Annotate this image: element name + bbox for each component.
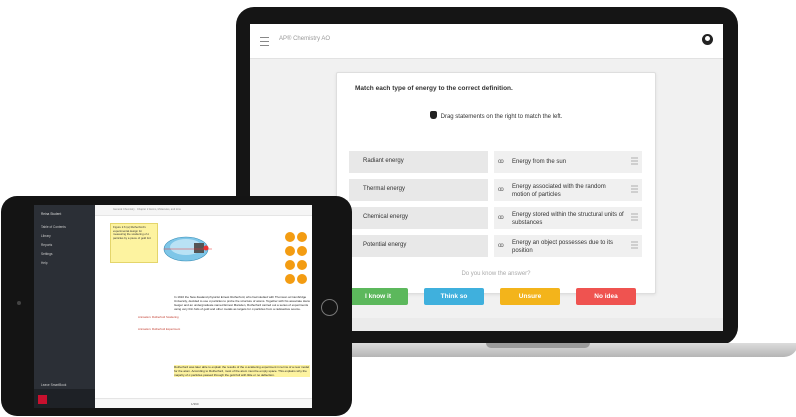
page-indicator: 1/390 bbox=[191, 402, 199, 406]
match-row: Potential energy oo Energy an object pos… bbox=[349, 235, 642, 257]
term-card: Potential energy bbox=[349, 235, 488, 257]
definition-label: Energy from the sun bbox=[512, 159, 567, 165]
document-header: General Chemistry · Chapter 2 Atoms, Mol… bbox=[95, 205, 312, 216]
term-label: Potential energy bbox=[363, 242, 407, 248]
definition-label: Energy associated with the random motion… bbox=[512, 184, 606, 198]
sidebar-item-library[interactable]: Library bbox=[41, 234, 51, 238]
no-idea-button[interactable]: No idea bbox=[576, 288, 636, 305]
paragraph: In 1910 the New Zealand physicist Ernest… bbox=[174, 295, 310, 312]
link-icon: oo bbox=[498, 215, 504, 221]
link-icon: oo bbox=[498, 243, 504, 249]
think-so-button[interactable]: Think so bbox=[424, 288, 484, 305]
drag-handle-icon[interactable] bbox=[631, 185, 638, 194]
breadcrumb: General Chemistry · Chapter 2 Atoms, Mol… bbox=[113, 208, 181, 211]
highlighted-paragraph: Rutherford was later able to explain the… bbox=[174, 365, 310, 378]
term-label: Thermal energy bbox=[363, 186, 406, 192]
drag-handle-icon[interactable] bbox=[631, 241, 638, 250]
term-card: Radiant energy bbox=[349, 151, 488, 173]
sidebar: Reina Student Table of Contents Library … bbox=[34, 205, 95, 408]
term-label: Chemical energy bbox=[363, 214, 409, 220]
definition-card[interactable]: oo Energy stored within the structural u… bbox=[494, 207, 642, 229]
term-card: Chemical energy bbox=[349, 207, 488, 229]
sidebar-item-help[interactable]: Help bbox=[41, 261, 48, 265]
term-label: Radiant energy bbox=[363, 158, 404, 164]
definition-label: Energy stored within the structural unit… bbox=[512, 212, 624, 226]
drag-handle-icon[interactable] bbox=[631, 157, 638, 166]
definition-card[interactable]: oo Energy from the sun bbox=[494, 151, 642, 173]
leave-smartbook-link[interactable]: Leave SmartBook bbox=[41, 383, 66, 387]
sidebar-item-settings[interactable]: Settings bbox=[41, 252, 53, 256]
figure-caption: Figure 2.6 (a) Rutherford's experimental… bbox=[113, 225, 152, 240]
app-header: AP® Chemistry AO bbox=[250, 24, 723, 59]
question-text: Match each type of energy to the correct… bbox=[355, 85, 513, 92]
gold-atoms-figure bbox=[285, 232, 307, 284]
tablet-camera bbox=[17, 301, 21, 305]
match-row: Thermal energy oo Energy associated with… bbox=[349, 179, 642, 201]
animation-link[interactable]: Animation: Rutherford Scattering bbox=[138, 315, 179, 319]
profile-icon[interactable] bbox=[702, 34, 713, 45]
link-icon: oo bbox=[498, 187, 504, 193]
question-card: Match each type of energy to the correct… bbox=[336, 72, 656, 294]
menu-icon[interactable] bbox=[260, 37, 269, 46]
definition-label: Energy an object possesses due to its po… bbox=[512, 240, 614, 254]
tablet-screen: Reina Student Table of Contents Library … bbox=[34, 205, 312, 408]
unsure-button[interactable]: Unsure bbox=[500, 288, 560, 305]
home-button[interactable] bbox=[321, 299, 338, 316]
app-title: AP® Chemistry AO bbox=[279, 36, 331, 42]
drag-handle-icon[interactable] bbox=[631, 213, 638, 222]
sidebar-item-toc[interactable]: Table of Contents bbox=[41, 225, 66, 229]
match-row: Chemical energy oo Energy stored within … bbox=[349, 207, 642, 229]
definition-card[interactable]: oo Energy an object possesses due to its… bbox=[494, 235, 642, 257]
hand-drag-icon bbox=[429, 111, 437, 119]
confidence-prompt: Do you know the answer? bbox=[461, 271, 531, 277]
laptop-notch bbox=[486, 343, 590, 348]
instruction: Drag statements on the right to match th… bbox=[337, 111, 655, 120]
definition-card[interactable]: oo Energy associated with the random mot… bbox=[494, 179, 642, 201]
link-icon: oo bbox=[498, 159, 504, 165]
instruction-text: Drag statements on the right to match th… bbox=[440, 114, 563, 120]
publisher-logo bbox=[38, 395, 47, 404]
i-know-it-button[interactable]: I know it bbox=[348, 288, 408, 305]
match-row: Radiant energy oo Energy from the sun bbox=[349, 151, 642, 173]
animation-link[interactable]: Animation: Rutherford Experiment bbox=[138, 327, 180, 331]
term-card: Thermal energy bbox=[349, 179, 488, 201]
document-footer: 1/390 bbox=[95, 398, 312, 408]
rutherford-apparatus-figure bbox=[163, 236, 212, 262]
sidebar-title: Reina Student bbox=[41, 212, 62, 216]
sidebar-item-reports[interactable]: Reports bbox=[41, 243, 52, 247]
